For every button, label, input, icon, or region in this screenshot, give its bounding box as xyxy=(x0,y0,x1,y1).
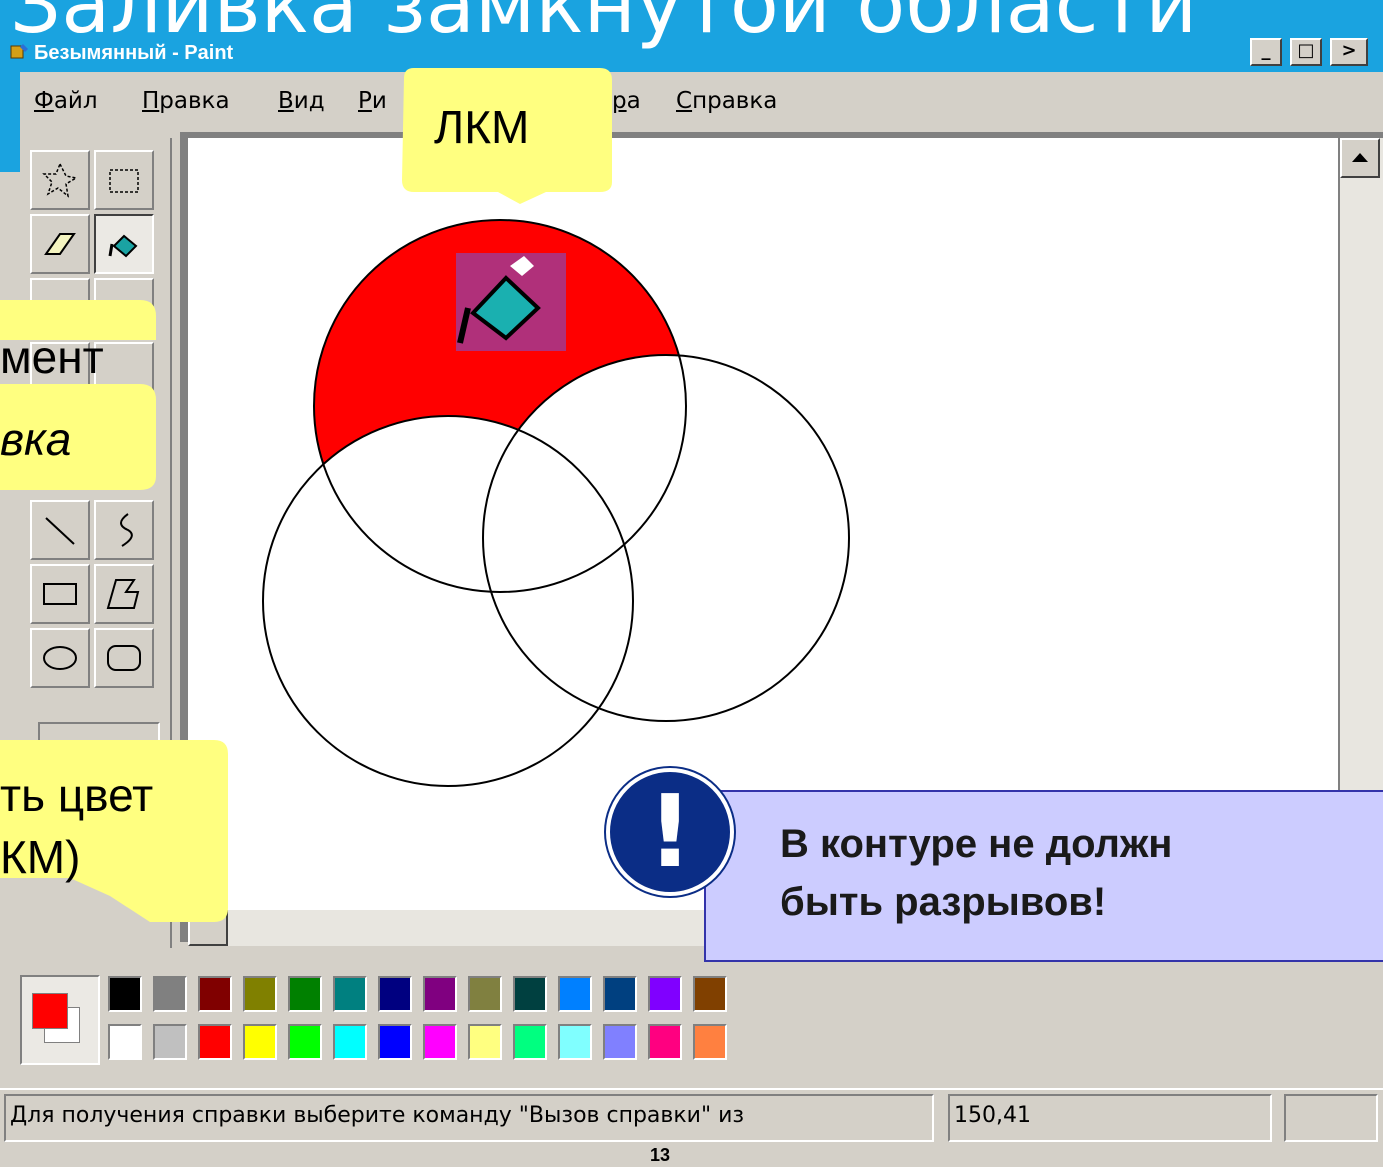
callout-tool-line1: мент xyxy=(0,331,104,383)
callout-tool-line2: вка xyxy=(0,413,72,465)
callout-lkm-text: ЛКМ xyxy=(434,101,530,153)
callout-color-line2: КМ) xyxy=(0,831,81,883)
warning-text: В контуре не должн быть разрывов! xyxy=(780,815,1172,931)
warning-line1: В контуре не должн xyxy=(780,822,1173,866)
callout-shapes xyxy=(0,68,612,922)
exclamation-icon: ! xyxy=(647,773,693,890)
warning-line2: быть разрывов! xyxy=(780,880,1107,924)
callout-color-line1: ть цвет xyxy=(0,769,154,821)
